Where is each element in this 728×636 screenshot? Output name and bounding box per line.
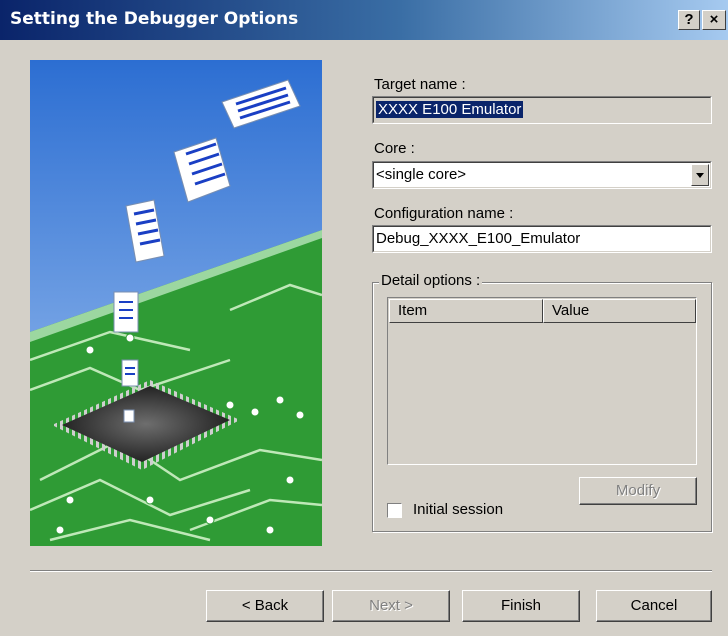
cancel-button[interactable]: Cancel bbox=[596, 590, 712, 622]
core-label: Core : bbox=[374, 140, 415, 157]
detail-options-list[interactable]: Item Value bbox=[387, 297, 697, 465]
detail-options-group: Detail options : Item Value Modify Initi… bbox=[372, 272, 712, 532]
title-bar[interactable]: Setting the Debugger Options ? × bbox=[0, 0, 728, 40]
initial-session-label: Initial session bbox=[413, 501, 504, 518]
column-header-item[interactable]: Item bbox=[389, 299, 543, 323]
debugger-options-dialog: Setting the Debugger Options ? × Target … bbox=[0, 0, 728, 636]
core-select[interactable]: <single core> bbox=[372, 161, 712, 189]
configuration-name-value: Debug_XXXX_E100_Emulator bbox=[376, 230, 581, 247]
core-select-value: <single core> bbox=[376, 166, 467, 183]
window-title: Setting the Debugger Options bbox=[10, 9, 299, 29]
configuration-name-label: Configuration name : bbox=[374, 205, 514, 222]
detail-options-label: Detail options : bbox=[379, 272, 483, 289]
chevron-down-icon[interactable] bbox=[691, 164, 709, 186]
close-button[interactable]: × bbox=[702, 10, 726, 30]
back-button[interactable]: < Back bbox=[206, 590, 324, 622]
target-name-value: XXXX E100 Emulator bbox=[376, 101, 524, 118]
initial-session-checkbox[interactable] bbox=[387, 503, 402, 518]
help-button[interactable]: ? bbox=[678, 10, 700, 30]
modify-button[interactable]: Modify bbox=[579, 477, 697, 505]
target-name-label: Target name : bbox=[374, 76, 466, 93]
target-name-field[interactable]: XXXX E100 Emulator bbox=[372, 96, 712, 124]
column-header-value[interactable]: Value bbox=[543, 299, 696, 323]
configuration-name-input[interactable]: Debug_XXXX_E100_Emulator bbox=[372, 225, 712, 253]
next-button[interactable]: Next > bbox=[332, 590, 450, 622]
finish-button[interactable]: Finish bbox=[462, 590, 580, 622]
wizard-illustration bbox=[30, 60, 322, 546]
